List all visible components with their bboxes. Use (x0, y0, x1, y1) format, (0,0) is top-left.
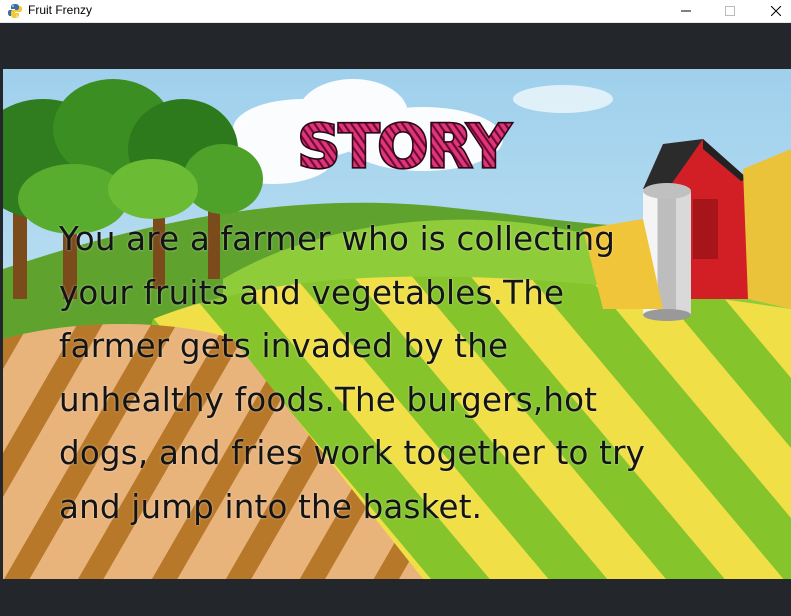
story-heading: STORY (296, 113, 515, 179)
story-text: You are a farmer who is collecting your f… (59, 213, 759, 534)
close-icon (771, 6, 781, 16)
maximize-icon (725, 6, 735, 16)
minimize-button[interactable] (663, 0, 709, 22)
story-heading-text: STORY (297, 113, 512, 179)
game-viewport: STORY You are a farmer who is collecting… (0, 23, 791, 616)
window-titlebar: Fruit Frenzy (0, 0, 791, 23)
window-title: Fruit Frenzy (28, 3, 93, 17)
story-line: unhealthy foods.The burgers,hot (59, 380, 598, 419)
python-snake-icon (7, 3, 23, 19)
maximize-button[interactable] (707, 0, 753, 22)
minimize-icon (681, 10, 691, 12)
farm-scene: STORY You are a farmer who is collecting… (3, 69, 791, 579)
close-button[interactable] (753, 0, 791, 22)
story-line: farmer gets invaded by the (59, 327, 509, 365)
story-line: You are a farmer who is collecting (59, 220, 616, 258)
story-line: and jump into the basket. (59, 487, 483, 526)
story-line: dogs, and fries work together to try (59, 434, 646, 472)
story-line: your fruits and vegetables.The (59, 273, 565, 312)
